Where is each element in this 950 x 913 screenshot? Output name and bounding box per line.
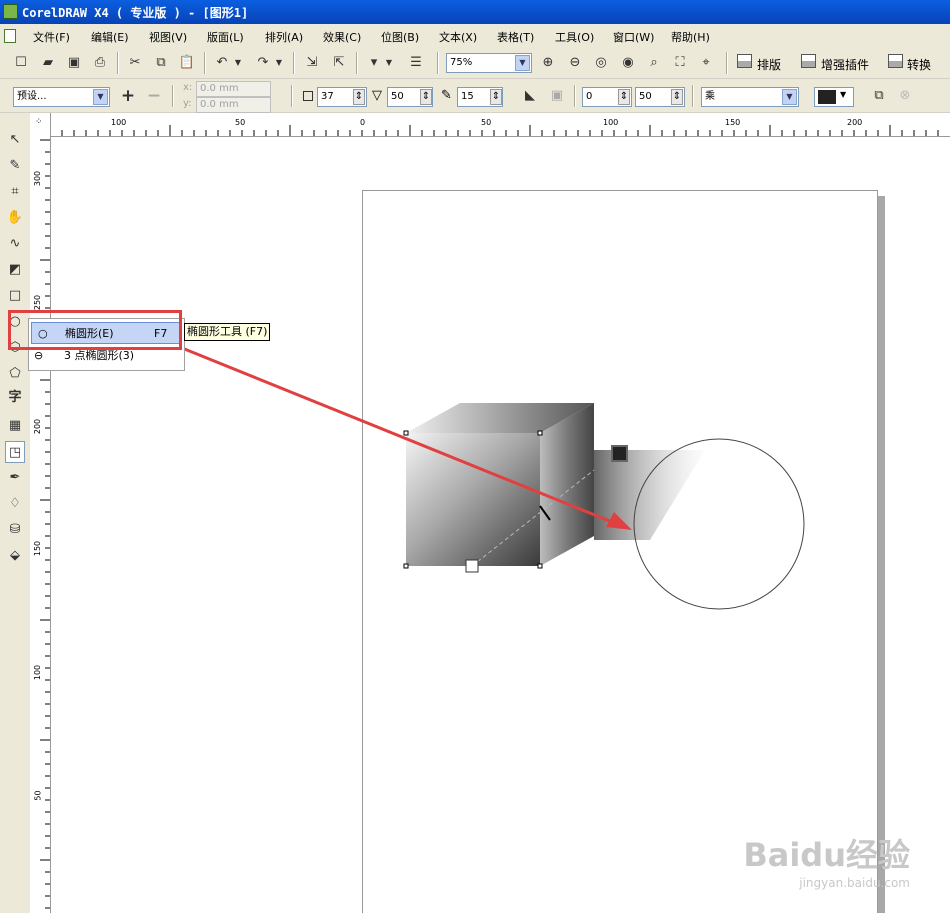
artwork-layer	[181, 346, 805, 610]
watermark-url: jingyan.baidu.com	[799, 876, 910, 890]
selection-handle[interactable]	[537, 430, 543, 436]
shadow-end-handle[interactable]	[611, 445, 628, 462]
selection-handle[interactable]	[403, 430, 409, 436]
baidu-watermark: Baidu经验 jingyan.baidu.com	[743, 830, 910, 890]
annotation-highlight-box	[8, 310, 182, 350]
watermark-brand: Baidu经验	[743, 836, 910, 874]
tooltip: 椭圆形工具 (F7)	[184, 323, 271, 341]
selection-handle[interactable]	[537, 563, 543, 569]
cube-front-face[interactable]	[406, 433, 540, 566]
selection-handle[interactable]	[403, 563, 409, 569]
shadow-start-handle[interactable]	[465, 559, 479, 573]
